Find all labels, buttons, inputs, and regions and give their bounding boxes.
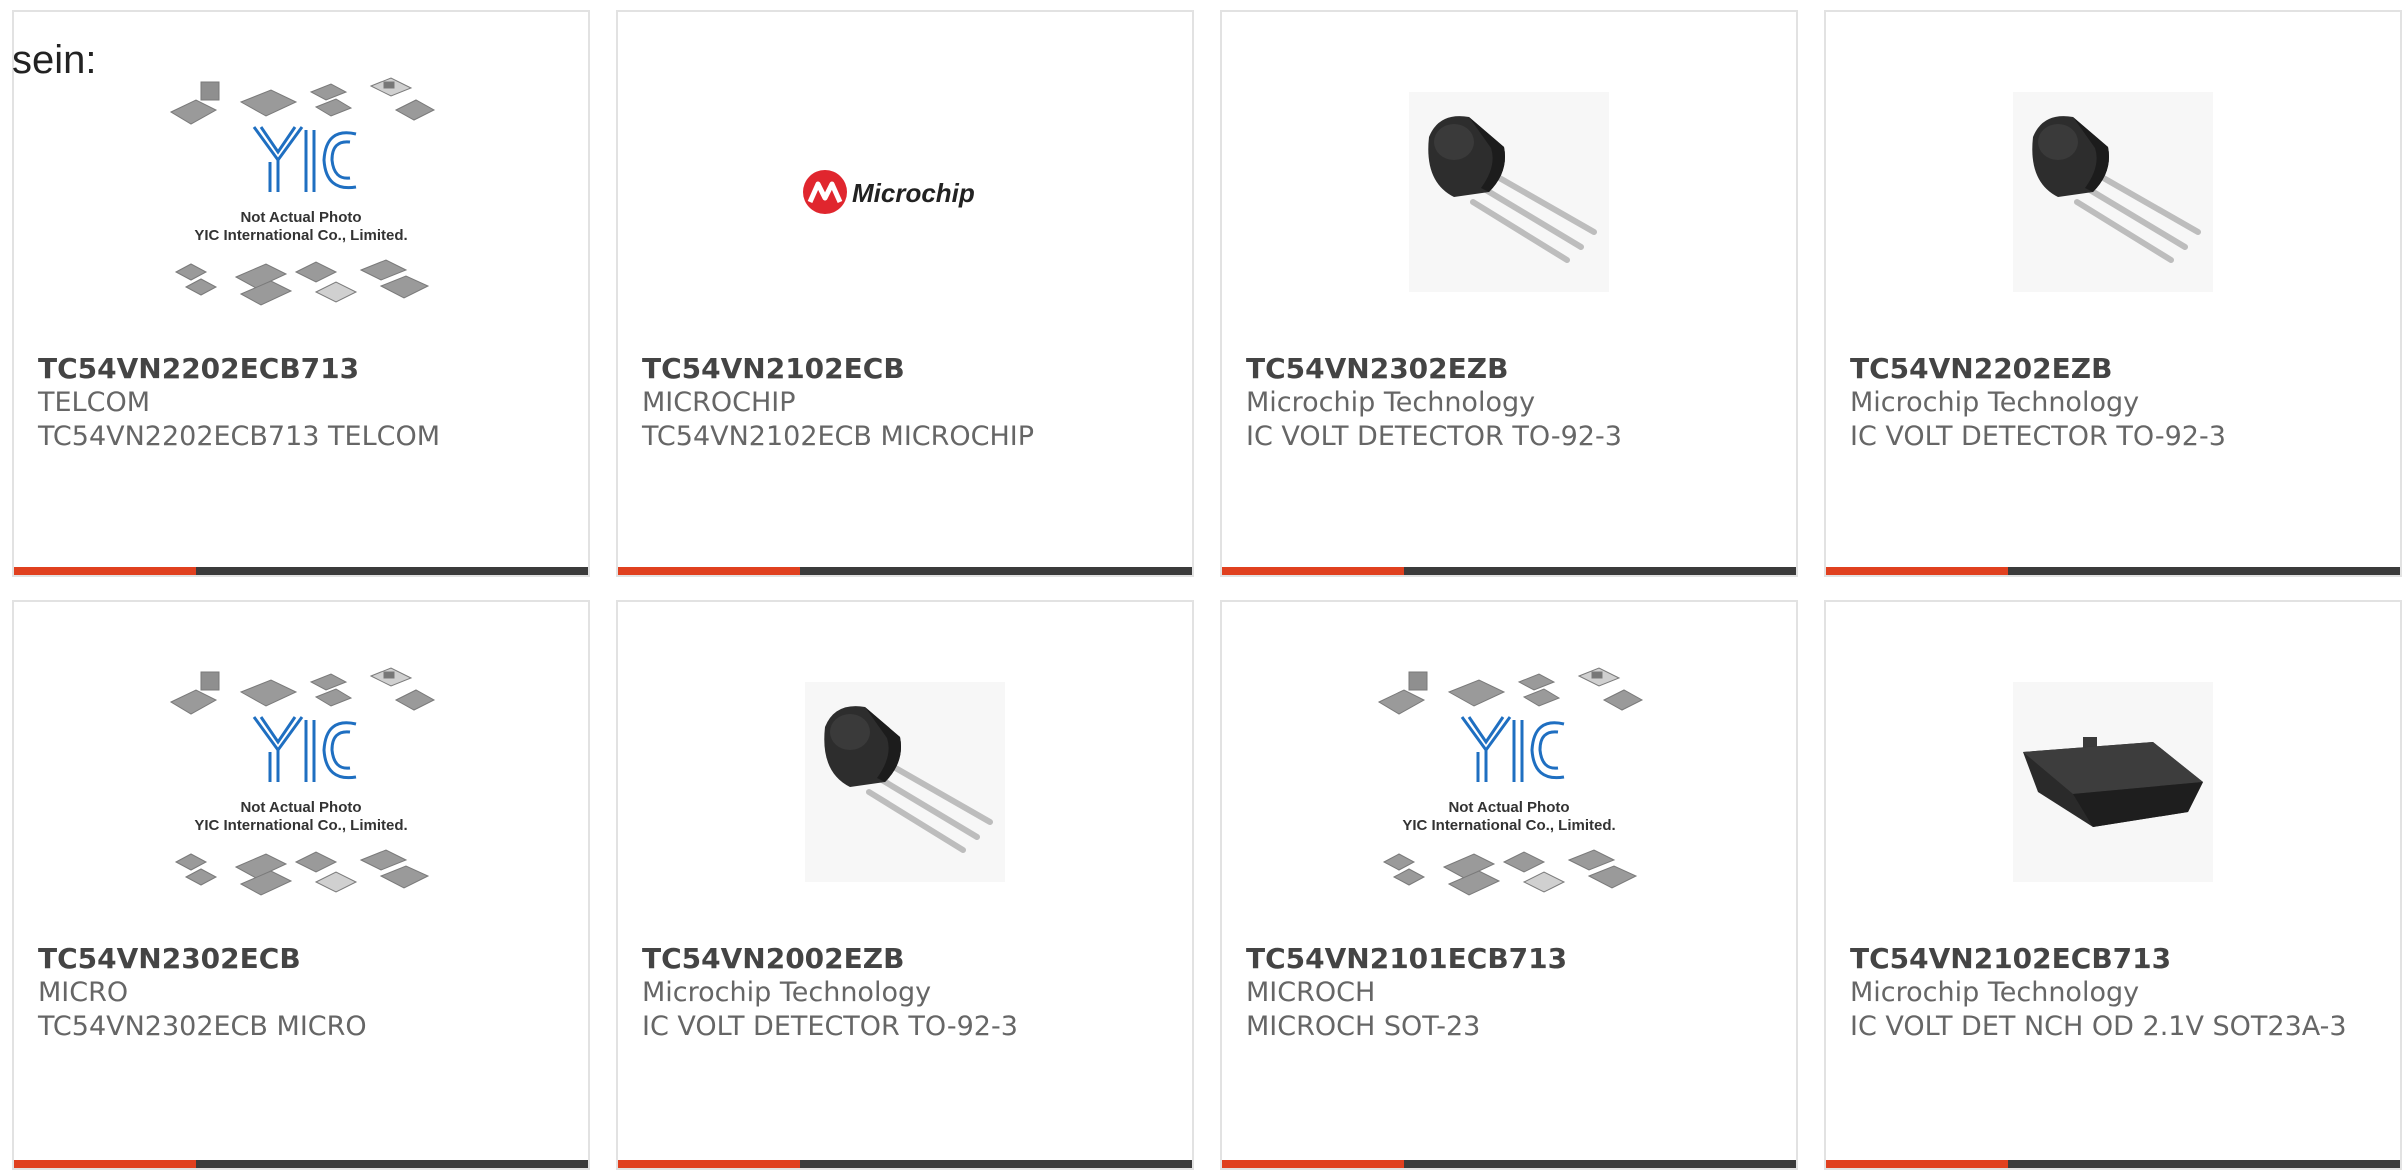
description: TC54VN2102ECB MICROCHIP [642,421,1035,452]
part-number[interactable]: TC54VN2202EZB [1850,352,2384,386]
card-accent-bar [1222,567,1404,575]
part-number[interactable]: TC54VN2202ECB713 [38,352,572,386]
product-image[interactable]: Not Actual Photo YIC International Co., … [1222,642,1796,922]
card-accent-bar [618,1160,800,1168]
product-card[interactable]: TC54VN2202EZB Microchip Technology IC VOLT… [1824,10,2402,577]
description: TC54VN2202ECB713 TELCOM [38,421,441,452]
manufacturer: TELCOM [38,387,150,418]
microchip-logo-text: Microchip [852,178,975,208]
card-accent-bar [14,1160,196,1168]
manufacturer: MICRO [38,977,129,1008]
product-image[interactable] [618,642,1192,922]
card-footer-bar [1222,1160,1796,1168]
card-footer-bar [14,1160,588,1168]
placeholder-line2: YIC International Co., Limited. [194,817,407,834]
description: IC VOLT DETECTOR TO-92-3 [1246,421,1622,452]
product-card[interactable]: TC54VN2002EZB Microchip Technology IC VOLT… [616,600,1194,1170]
manufacturer: MICROCH [1246,977,1376,1008]
manufacturer: Microchip Technology [1850,977,2140,1008]
product-info: TC54VN2102ECB MICROCHIP TC54VN2102ECB MICR… [642,352,1176,454]
manufacturer: Microchip Technology [642,977,932,1008]
manufacturer: MICROCHIP [642,387,796,418]
card-accent-bar [1826,1160,2008,1168]
product-card[interactable]: TC54VN2102ECB713 Microchip Technology IC V… [1824,600,2402,1170]
manufacturer: Microchip Technology [1246,387,1536,418]
placeholder-line2: YIC International Co., Limited. [194,227,407,244]
part-number[interactable]: TC54VN2002EZB [642,942,1176,976]
part-number[interactable]: TC54VN2302EZB [1246,352,1780,386]
product-image[interactable] [1826,642,2400,922]
card-accent-bar [14,567,196,575]
product-info: TC54VN2302EZB Microchip Technology IC VOLT… [1246,352,1780,454]
product-info: TC54VN2202ECB713 TELCOM TC54VN2202ECB713 T… [38,352,572,454]
card-footer-bar [618,1160,1192,1168]
product-image[interactable]: Not Actual Photo YIC International Co., … [14,642,588,922]
placeholder-line1: Not Actual Photo [1448,799,1569,816]
product-image[interactable] [1222,52,1796,332]
product-card[interactable]: Microchip TC54VN2102ECB MICROCHIP TC54VN21… [616,10,1194,577]
part-number[interactable]: TC54VN2101ECB713 [1246,942,1780,976]
product-card[interactable]: Not Actual Photo YIC International Co., … [12,600,590,1170]
product-image[interactable]: Microchip [618,52,1192,332]
description: IC VOLT DETECTOR TO-92-3 [1850,421,2226,452]
card-accent-bar [618,567,800,575]
manufacturer: Microchip Technology [1850,387,2140,418]
description: IC VOLT DETECTOR TO-92-3 [642,1011,1018,1042]
part-number[interactable]: TC54VN2102ECB713 [1850,942,2384,976]
product-card[interactable]: Not Actual Photo YIC International Co., … [1220,600,1798,1170]
intro-text: sein: [12,38,97,82]
card-footer-bar [1826,1160,2400,1168]
description: MICROCH SOT-23 [1246,1011,1481,1042]
description: TC54VN2302ECB MICRO [38,1011,367,1042]
product-image[interactable] [1826,52,2400,332]
card-footer-bar [14,567,588,575]
product-info: TC54VN2302ECB MICRO TC54VN2302ECB MICRO [38,942,572,1044]
card-accent-bar [1826,567,2008,575]
product-info: TC54VN2202EZB Microchip Technology IC VOLT… [1850,352,2384,454]
product-info: TC54VN2102ECB713 Microchip Technology IC V… [1850,942,2384,1044]
placeholder-line1: Not Actual Photo [240,799,361,816]
placeholder-line1: Not Actual Photo [240,209,361,226]
card-footer-bar [1222,567,1796,575]
product-info: TC54VN2002EZB Microchip Technology IC VOLT… [642,942,1176,1044]
card-footer-bar [1826,567,2400,575]
description: IC VOLT DET NCH OD 2.1V SOT23A-3 [1850,1011,2347,1042]
part-number[interactable]: TC54VN2302ECB [38,942,572,976]
placeholder-line2: YIC International Co., Limited. [1402,817,1615,834]
product-card[interactable]: TC54VN2302EZB Microchip Technology IC VOLT… [1220,10,1798,577]
product-image[interactable]: Not Actual Photo YIC International Co., … [14,52,588,332]
card-footer-bar [618,567,1192,575]
part-number[interactable]: TC54VN2102ECB [642,352,1176,386]
card-accent-bar [1222,1160,1404,1168]
product-info: TC54VN2101ECB713 MICROCH MICROCH SOT-23 [1246,942,1780,1044]
product-card[interactable]: Not Actual Photo YIC International Co., … [12,10,590,577]
